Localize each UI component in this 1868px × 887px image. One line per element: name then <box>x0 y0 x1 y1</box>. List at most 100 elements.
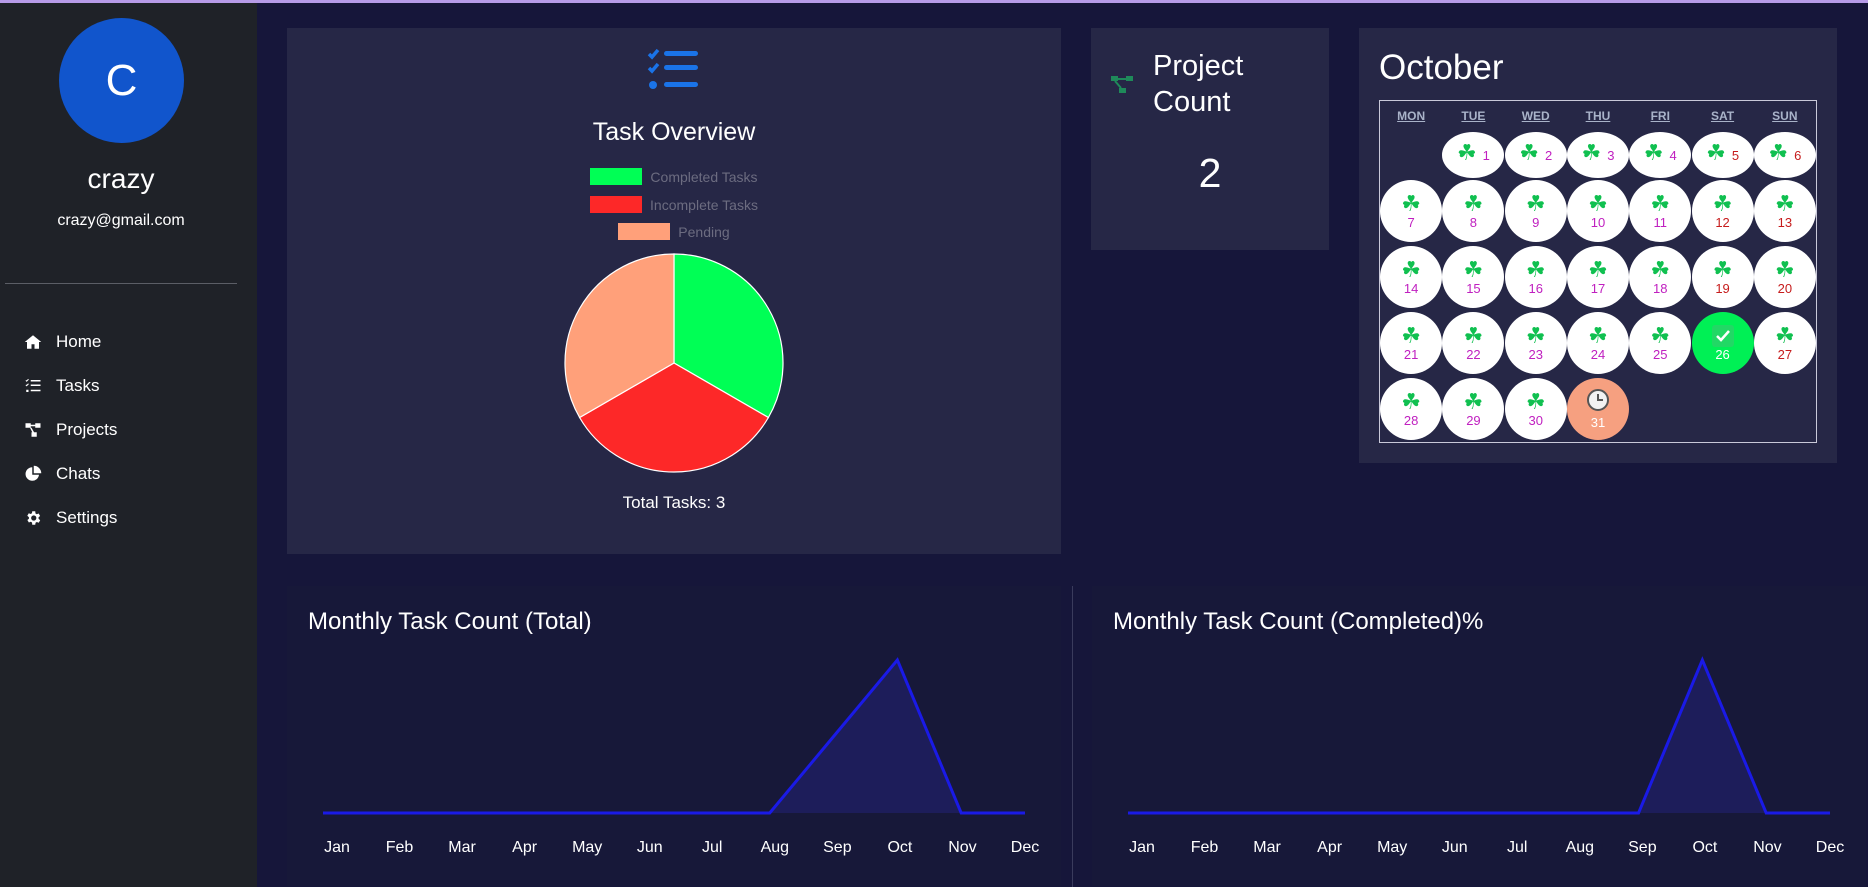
sidebar-item-tasks[interactable]: Tasks <box>0 364 257 408</box>
top-accent-line <box>0 0 1868 3</box>
calendar-day-10[interactable]: ☘ 10 <box>1567 180 1629 242</box>
legend-item-pending[interactable]: Pending <box>287 223 1061 240</box>
legend-swatch <box>590 196 643 213</box>
monthly-total-chart-card: Monthly Task Count (Total) Jan Feb Mar Apr M… <box>287 586 1061 886</box>
calendar-day-11[interactable]: ☘ 11 <box>1629 180 1692 242</box>
calendar-day-number: 15 <box>1466 280 1481 296</box>
calendar-day-1[interactable]: ☘ 1 <box>1442 132 1505 178</box>
x-tick-label: Apr <box>1317 839 1343 856</box>
x-tick-label: Feb <box>1191 839 1219 856</box>
calendar-day-8[interactable]: ☘ 8 <box>1442 180 1505 242</box>
legend-item-incomplete[interactable]: Incomplete Tasks <box>287 196 1061 213</box>
weekday-label: MON <box>1397 109 1426 123</box>
project-count-value: 2 <box>1198 150 1222 196</box>
calendar-day-22[interactable]: ☘ 22 <box>1442 312 1505 374</box>
sidebar-divider <box>5 283 237 284</box>
clover-icon: ☘ <box>1774 256 1795 282</box>
calendar-day-number: 26 <box>1715 346 1730 362</box>
monthly-completed-chart: Jan Feb Mar Apr May Jun Jul Aug Sep Oct Nov Dec <box>1128 656 1844 856</box>
sidebar-item-chats[interactable]: Chats <box>0 452 257 496</box>
legend-item-completed[interactable]: Completed Tasks <box>287 168 1061 185</box>
calendar-day-30[interactable]: ☘ 30 <box>1504 378 1567 440</box>
calendar-month-title: October <box>1379 48 1504 87</box>
clover-icon: ☘ <box>1588 190 1608 216</box>
calendar-day-number: 22 <box>1466 346 1481 362</box>
calendar-day-23[interactable]: ☘ 23 <box>1504 312 1567 374</box>
calendar-day-13[interactable]: ☘ 13 <box>1753 180 1816 242</box>
checkmark-icon <box>1711 324 1734 347</box>
sidebar-item-label: Settings <box>56 508 118 527</box>
calendar-day-17[interactable]: ☘ 17 <box>1567 246 1629 308</box>
calendar-day-number: 3 <box>1607 147 1615 163</box>
calendar-day-24[interactable]: ☘ 24 <box>1567 312 1629 374</box>
sidebar-nav: Home Tasks Projects Chats Settings <box>0 320 257 540</box>
calendar-day-14[interactable]: ☘ 14 <box>1380 246 1443 308</box>
calendar-day-5[interactable]: ☘ 5 <box>1691 132 1754 178</box>
calendar-day-31[interactable]: 31 <box>1567 378 1629 440</box>
clover-icon: ☘ <box>1588 256 1608 282</box>
calendar-day-27[interactable]: ☘ 27 <box>1753 312 1816 374</box>
calendar-day-number: 25 <box>1653 346 1668 362</box>
project-count-title: Project Count <box>1153 50 1244 118</box>
clover-icon: ☘ <box>1643 140 1664 165</box>
calendar-day-7[interactable]: ☘ 7 <box>1380 180 1443 242</box>
legend-label: Incomplete Tasks <box>650 196 758 213</box>
avatar[interactable]: C <box>59 18 184 143</box>
calendar-day-16[interactable]: ☘ 16 <box>1504 246 1567 308</box>
calendar-day-number: 19 <box>1715 280 1730 296</box>
calendar-weekday-header: MON TUE WED THU FRI SAT SUN <box>1380 109 1816 123</box>
monthly-total-chart: Jan Feb Mar Apr May Jun Jul Aug Sep Oct Nov Dec <box>323 657 1039 856</box>
clover-icon: ☘ <box>1650 322 1671 348</box>
clover-icon: ☘ <box>1463 322 1484 348</box>
calendar-day-number: 12 <box>1715 214 1730 230</box>
chart-separator <box>1072 586 1073 887</box>
calendar-day-28[interactable]: ☘ 28 <box>1380 378 1443 440</box>
x-tick-label: Jul <box>1507 839 1527 856</box>
calendar-day-3[interactable]: ☘ 3 <box>1567 132 1629 178</box>
sidebar-item-home[interactable]: Home <box>0 320 257 364</box>
clover-icon: ☘ <box>1456 140 1477 165</box>
home-icon <box>24 335 42 349</box>
x-tick-label: Jun <box>1442 839 1468 856</box>
calendar-day-15[interactable]: ☘ 15 <box>1442 246 1505 308</box>
calendar-day-number: 24 <box>1590 346 1606 362</box>
calendar-day-number: 17 <box>1590 280 1606 296</box>
calendar-day-18[interactable]: ☘ 18 <box>1629 246 1692 308</box>
calendar-day-number: 9 <box>1532 214 1540 230</box>
area-fill <box>1128 660 1830 813</box>
x-tick-label: Aug <box>1566 839 1594 856</box>
calendar-day-29[interactable]: ☘ 29 <box>1442 378 1505 440</box>
calendar-day-9[interactable]: ☘ 9 <box>1504 180 1567 242</box>
clover-icon: ☘ <box>1712 256 1733 282</box>
calendar-day-number: 23 <box>1528 346 1543 362</box>
x-tick-label: Oct <box>1692 839 1717 856</box>
legend-label: Pending <box>678 223 730 240</box>
sidebar-item-label: Home <box>56 332 102 351</box>
clover-icon: ☘ <box>1525 256 1546 282</box>
calendar-day-6[interactable]: ☘ 6 <box>1753 132 1816 178</box>
calendar-day-number: 13 <box>1777 214 1793 230</box>
calendar-day-20[interactable]: ☘ 20 <box>1753 246 1816 308</box>
calendar-day-2[interactable]: ☘ 2 <box>1504 132 1567 178</box>
calendar-day-19[interactable]: ☘ 19 <box>1691 246 1754 308</box>
avatar-initial: C <box>105 55 138 105</box>
x-tick-label: May <box>1377 839 1407 856</box>
legend-swatch <box>590 168 643 185</box>
projects-icon <box>25 423 41 437</box>
calendar-day-number: 1 <box>1482 147 1490 163</box>
calendar-day-number: 21 <box>1403 346 1419 362</box>
clover-icon: ☘ <box>1774 322 1795 348</box>
calendar-day-25[interactable]: ☘ 25 <box>1629 312 1692 374</box>
calendar-day-number: 6 <box>1794 147 1802 163</box>
sidebar-item-label: Projects <box>56 420 118 439</box>
sidebar-item-projects[interactable]: Projects <box>0 408 257 452</box>
area-fill <box>323 660 1025 813</box>
calendar-day-4[interactable]: ☘ 4 <box>1629 132 1692 178</box>
weekday-label: THU <box>1585 109 1611 123</box>
calendar-day-21[interactable]: ☘ 21 <box>1380 312 1443 374</box>
sidebar-item-settings[interactable]: Settings <box>0 496 257 540</box>
x-tick-label: May <box>572 839 602 856</box>
calendar-day-26[interactable]: 26 <box>1691 312 1754 374</box>
calendar-day-12[interactable]: ☘ 12 <box>1691 180 1754 242</box>
x-tick-label: Jun <box>637 839 663 856</box>
